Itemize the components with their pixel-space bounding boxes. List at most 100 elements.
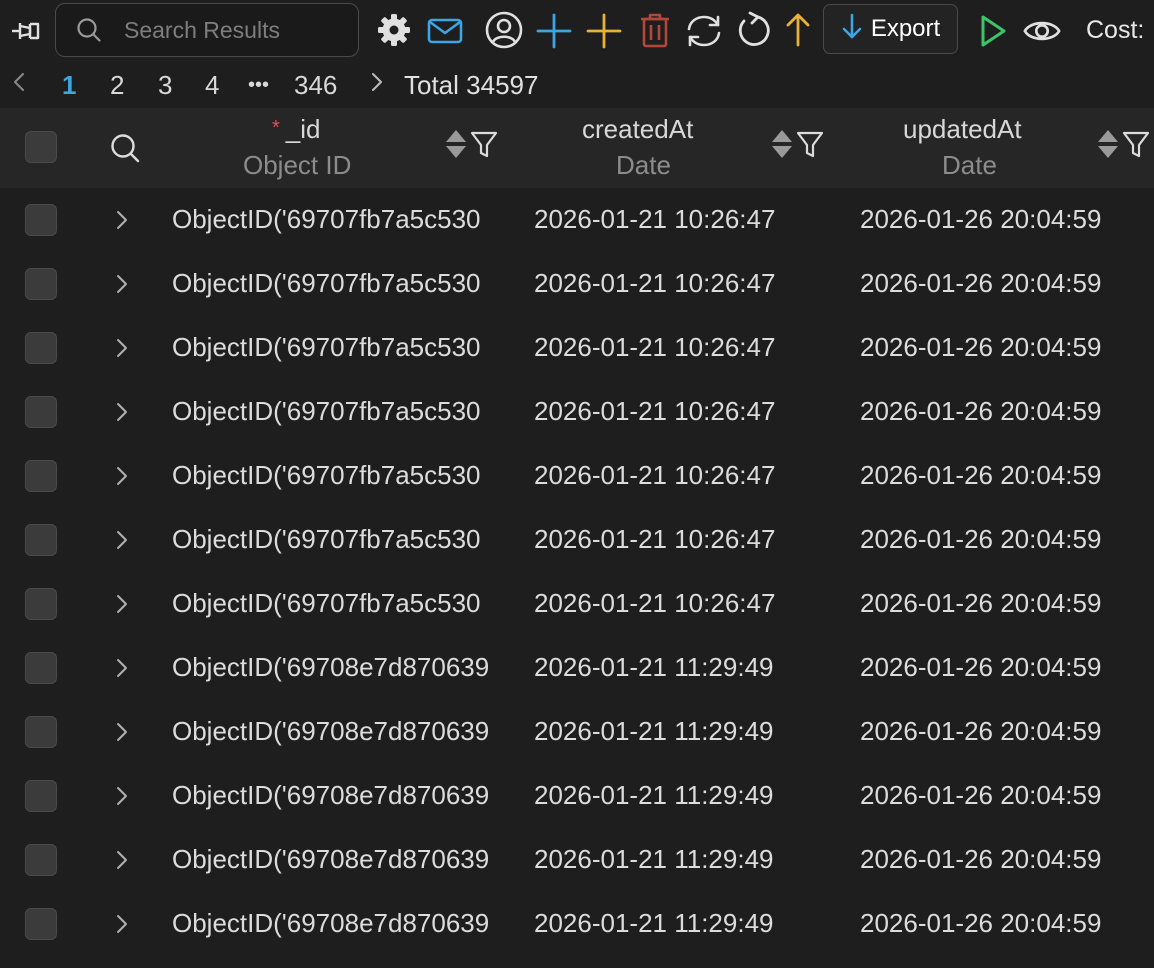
chevron-right-icon[interactable]: [112, 848, 132, 872]
row-checkbox[interactable]: [25, 332, 57, 364]
cell-updatedat[interactable]: 2026-01-26 20:04:59: [860, 716, 1154, 747]
trash-icon[interactable]: [635, 10, 675, 50]
chevron-right-icon[interactable]: [112, 784, 132, 808]
page-last-button[interactable]: 346: [294, 70, 337, 101]
cell-updatedat[interactable]: 2026-01-26 20:04:59: [860, 268, 1154, 299]
sort-icon[interactable]: [770, 128, 794, 165]
chevron-right-icon[interactable]: [112, 272, 132, 296]
more-pages-button[interactable]: •••: [248, 74, 269, 97]
add-field-plus-icon[interactable]: [584, 11, 624, 51]
row-checkbox[interactable]: [25, 524, 57, 556]
page-3-button[interactable]: 3: [158, 70, 172, 101]
cell-id[interactable]: ObjectID('69708e7d870639: [172, 908, 512, 939]
pin-icon[interactable]: [6, 11, 46, 51]
cell-updatedat[interactable]: 2026-01-26 20:04:59: [860, 588, 1154, 619]
row-checkbox[interactable]: [25, 844, 57, 876]
chevron-right-icon[interactable]: [112, 592, 132, 616]
cell-updatedat[interactable]: 2026-01-26 20:04:59: [860, 204, 1154, 235]
page-1-button[interactable]: 1: [62, 70, 76, 101]
row-checkbox[interactable]: [25, 204, 57, 236]
row-checkbox[interactable]: [25, 396, 57, 428]
cell-createdat[interactable]: 2026-01-21 11:29:49: [534, 844, 834, 875]
column-header-id[interactable]: * _id Object ID: [172, 108, 512, 188]
cell-id[interactable]: ObjectID('69707fb7a5c530: [172, 268, 512, 299]
cell-id[interactable]: ObjectID('69707fb7a5c530: [172, 460, 512, 491]
table-row[interactable]: ObjectID('69708e7d870639 2026-01-21 11:29…: [0, 828, 1154, 892]
cell-createdat[interactable]: 2026-01-21 11:29:49: [534, 652, 834, 683]
table-row[interactable]: ObjectID('69708e7d870639 2026-01-21 11:29…: [0, 764, 1154, 828]
cell-updatedat[interactable]: 2026-01-26 20:04:59: [860, 524, 1154, 555]
table-row[interactable]: ObjectID('69708e7d870639 2026-01-21 11:29…: [0, 892, 1154, 956]
table-row[interactable]: ObjectID('69707fb7a5c530 2026-01-21 10:26…: [0, 444, 1154, 508]
cell-updatedat[interactable]: 2026-01-26 20:04:59: [860, 908, 1154, 939]
eye-icon[interactable]: [1022, 11, 1062, 51]
cell-id[interactable]: ObjectID('69707fb7a5c530: [172, 588, 512, 619]
cell-id[interactable]: ObjectID('69707fb7a5c530: [172, 524, 512, 555]
select-all-checkbox[interactable]: [25, 131, 57, 163]
cell-createdat[interactable]: 2026-01-21 10:26:47: [534, 460, 834, 491]
cell-id[interactable]: ObjectID('69708e7d870639: [172, 844, 512, 875]
table-row[interactable]: ObjectID('69707fb7a5c530 2026-01-21 10:26…: [0, 508, 1154, 572]
cell-id[interactable]: ObjectID('69708e7d870639: [172, 716, 512, 747]
add-row-plus-icon[interactable]: [534, 11, 574, 51]
table-row[interactable]: ObjectID('69707fb7a5c530 2026-01-21 10:26…: [0, 380, 1154, 444]
next-page-button[interactable]: [370, 70, 384, 101]
column-header-updatedat[interactable]: updatedAt Date: [860, 108, 1154, 188]
table-row[interactable]: ObjectID('69707fb7a5c530 2026-01-21 10:26…: [0, 252, 1154, 316]
chevron-right-icon[interactable]: [112, 656, 132, 680]
play-icon[interactable]: [972, 11, 1012, 51]
cell-createdat[interactable]: 2026-01-21 10:26:47: [534, 588, 834, 619]
row-checkbox[interactable]: [25, 460, 57, 492]
export-button[interactable]: Export: [823, 4, 958, 54]
cell-id[interactable]: ObjectID('69707fb7a5c530: [172, 332, 512, 363]
row-checkbox[interactable]: [25, 716, 57, 748]
cell-id[interactable]: ObjectID('69708e7d870639: [172, 652, 512, 683]
row-checkbox[interactable]: [25, 908, 57, 940]
sync-icon[interactable]: [684, 11, 724, 51]
chevron-right-icon[interactable]: [112, 336, 132, 360]
cell-createdat[interactable]: 2026-01-21 10:26:47: [534, 524, 834, 555]
filter-icon[interactable]: [470, 128, 498, 165]
cell-createdat[interactable]: 2026-01-21 11:29:49: [534, 908, 834, 939]
row-checkbox[interactable]: [25, 588, 57, 620]
cell-updatedat[interactable]: 2026-01-26 20:04:59: [860, 332, 1154, 363]
refresh-icon[interactable]: [734, 10, 774, 50]
cell-createdat[interactable]: 2026-01-21 10:26:47: [534, 332, 834, 363]
table-row[interactable]: ObjectID('69707fb7a5c530 2026-01-21 10:26…: [0, 188, 1154, 252]
table-row[interactable]: ObjectID('69707fb7a5c530 2026-01-21 10:26…: [0, 316, 1154, 380]
user-circle-icon[interactable]: [484, 10, 524, 50]
cell-updatedat[interactable]: 2026-01-26 20:04:59: [860, 460, 1154, 491]
cell-createdat[interactable]: 2026-01-21 10:26:47: [534, 396, 834, 427]
chevron-right-icon[interactable]: [112, 400, 132, 424]
table-row[interactable]: ObjectID('69708e7d870639 2026-01-21 11:29…: [0, 700, 1154, 764]
cell-createdat[interactable]: 2026-01-21 10:26:47: [534, 268, 834, 299]
cell-id[interactable]: ObjectID('69707fb7a5c530: [172, 204, 512, 235]
prev-page-button[interactable]: [12, 70, 26, 101]
cell-updatedat[interactable]: 2026-01-26 20:04:59: [860, 652, 1154, 683]
cell-id[interactable]: ObjectID('69708e7d870639: [172, 780, 512, 811]
cell-updatedat[interactable]: 2026-01-26 20:04:59: [860, 844, 1154, 875]
mail-icon[interactable]: [425, 11, 465, 51]
sort-icon[interactable]: [1096, 128, 1120, 165]
filter-icon[interactable]: [1122, 128, 1150, 165]
chevron-right-icon[interactable]: [112, 912, 132, 936]
sort-icon[interactable]: [444, 128, 468, 165]
arrow-up-icon[interactable]: [778, 10, 818, 50]
column-header-createdat[interactable]: createdAt Date: [534, 108, 854, 188]
cell-createdat[interactable]: 2026-01-21 10:26:47: [534, 204, 834, 235]
filter-icon[interactable]: [796, 128, 824, 165]
chevron-right-icon[interactable]: [112, 720, 132, 744]
search-input[interactable]: [124, 16, 344, 44]
table-row[interactable]: ObjectID('69708e7d870639 2026-01-21 11:29…: [0, 636, 1154, 700]
search-results-field[interactable]: [55, 3, 359, 57]
row-checkbox[interactable]: [25, 780, 57, 812]
chevron-right-icon[interactable]: [112, 528, 132, 552]
column-search-icon[interactable]: [109, 132, 141, 169]
cell-updatedat[interactable]: 2026-01-26 20:04:59: [860, 396, 1154, 427]
cell-id[interactable]: ObjectID('69707fb7a5c530: [172, 396, 512, 427]
cell-createdat[interactable]: 2026-01-21 11:29:49: [534, 716, 834, 747]
row-checkbox[interactable]: [25, 268, 57, 300]
cell-createdat[interactable]: 2026-01-21 11:29:49: [534, 780, 834, 811]
table-row[interactable]: ObjectID('69707fb7a5c530 2026-01-21 10:26…: [0, 572, 1154, 636]
cell-updatedat[interactable]: 2026-01-26 20:04:59: [860, 780, 1154, 811]
